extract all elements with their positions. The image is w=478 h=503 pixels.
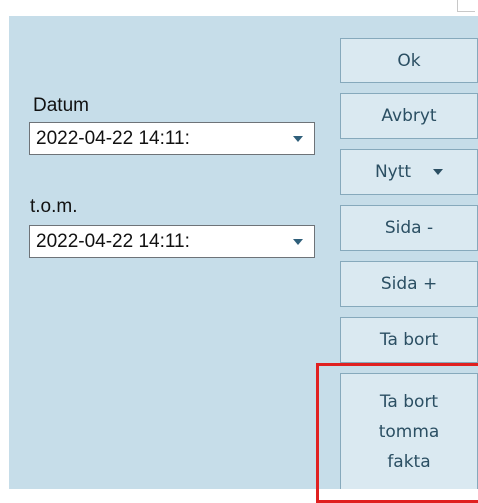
window-corner	[457, 0, 475, 12]
delete-button[interactable]: Ta bort	[340, 317, 478, 363]
date-dropdown-button[interactable]	[282, 123, 314, 154]
to-date-picker[interactable]: 2022-04-22 14:11:	[29, 225, 315, 258]
highlight-box	[316, 363, 478, 503]
delete-button-label: Ta bort	[379, 330, 439, 350]
page-next-button[interactable]: Sida +	[340, 261, 478, 307]
page-prev-button[interactable]: Sida -	[340, 205, 478, 251]
chevron-down-icon[interactable]	[433, 169, 444, 175]
to-date-dropdown-button[interactable]	[282, 226, 314, 257]
new-button-label: Nytt	[374, 162, 412, 182]
cancel-button-label: Avbryt	[381, 106, 437, 126]
date-label: Datum	[33, 95, 89, 116]
top-strip	[0, 0, 478, 16]
to-date-label: t.o.m.	[30, 196, 78, 217]
date-value[interactable]: 2022-04-22 14:11:	[36, 127, 190, 151]
date-picker[interactable]: 2022-04-22 14:11:	[29, 122, 315, 155]
new-button[interactable]: Nytt	[340, 149, 478, 195]
chevron-down-icon	[293, 135, 303, 142]
ok-button[interactable]: Ok	[340, 38, 478, 83]
ok-button-label: Ok	[397, 50, 421, 71]
page-next-label: Sida +	[380, 274, 438, 294]
chevron-down-icon	[293, 238, 303, 245]
cancel-button[interactable]: Avbryt	[340, 93, 478, 139]
page-prev-label: Sida -	[384, 218, 434, 238]
to-date-value[interactable]: 2022-04-22 14:11:	[36, 230, 190, 254]
